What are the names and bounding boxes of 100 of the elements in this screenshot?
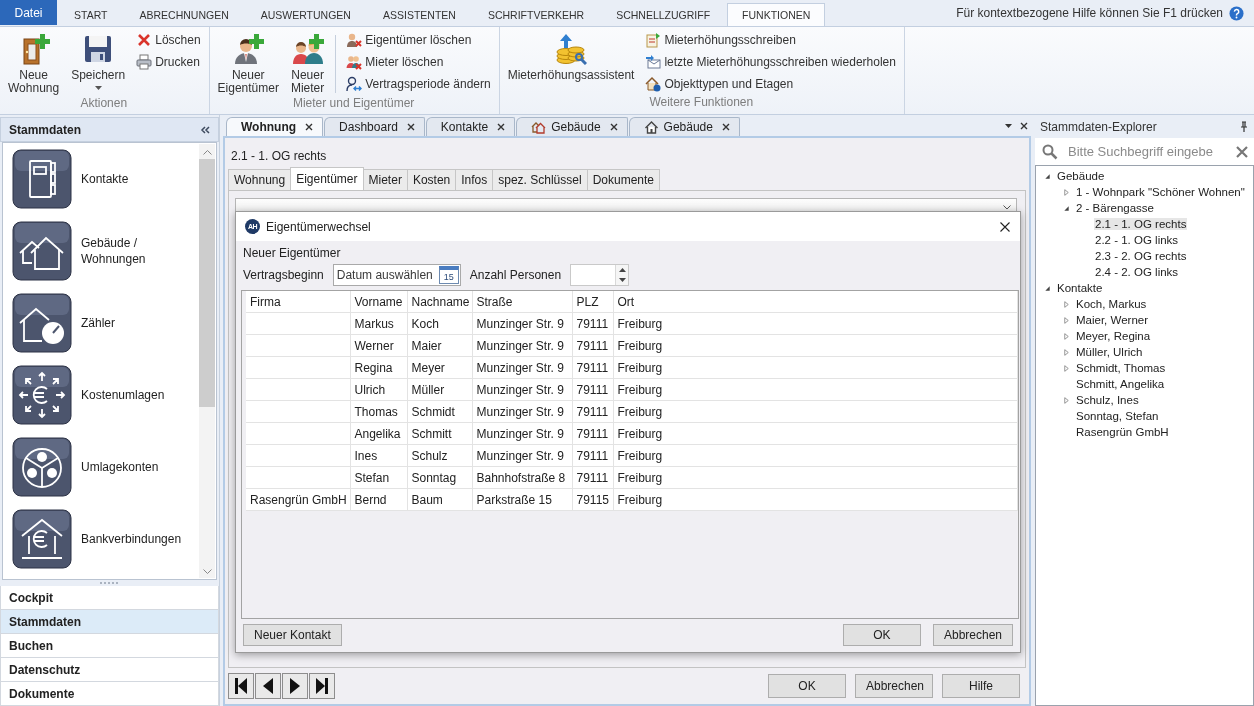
ribbon-button[interactable]: Mieterhöhungsschreiben bbox=[643, 29, 898, 51]
tree-item[interactable]: 1 - Wohnpark "Schöner Wohnen" bbox=[1075, 186, 1246, 198]
close-icon[interactable] bbox=[1020, 122, 1028, 130]
table-row[interactable]: Stefan Sonntag Bahnhofstraße 8 79111 Freiburg bbox=[246, 466, 1018, 489]
previous-record-button[interactable] bbox=[255, 673, 281, 699]
ribbon-tab[interactable]: FUNKTIONEN bbox=[727, 3, 826, 26]
date-field[interactable]: Datum auswählen 15 bbox=[332, 264, 461, 286]
ribbon-button[interactable]: Speichern bbox=[68, 29, 129, 92]
column-header[interactable]: Straße bbox=[472, 291, 572, 313]
spin-down-icon[interactable] bbox=[618, 278, 626, 282]
nav-button[interactable]: Dokumente bbox=[0, 682, 219, 706]
sidebar-item[interactable]: Kontakte bbox=[3, 143, 198, 215]
sidebar-item[interactable]: Gebäude / Wohnungen bbox=[3, 215, 198, 287]
pin-icon[interactable] bbox=[1240, 121, 1248, 133]
ribbon-tab[interactable]: ASSISTENTEN bbox=[367, 3, 471, 26]
tree-item[interactable]: Rasengrün GmbH bbox=[1075, 426, 1170, 438]
expand-arrow-icon[interactable] bbox=[1044, 172, 1051, 180]
ribbon-button[interactable]: letzte Mieterhöhungsschreiben wiederholen bbox=[643, 51, 898, 73]
spin-field[interactable] bbox=[570, 264, 630, 286]
expand-arrow-icon[interactable] bbox=[1063, 204, 1070, 212]
nav-button[interactable]: Cockpit bbox=[0, 586, 219, 610]
record-tab[interactable]: Mieter bbox=[362, 169, 408, 190]
form-button[interactable]: Abbrechen bbox=[855, 674, 933, 698]
close-icon[interactable] bbox=[406, 123, 415, 131]
tree-item[interactable]: Schmidt, Thomas bbox=[1075, 362, 1167, 374]
dialog-button[interactable]: OK bbox=[842, 624, 921, 646]
tree-item[interactable]: Sonntag, Stefan bbox=[1075, 410, 1160, 422]
tree-item[interactable]: Maier, Werner bbox=[1075, 314, 1149, 326]
column-header[interactable]: Ort bbox=[613, 291, 1018, 313]
calendar-button[interactable]: 15 bbox=[438, 266, 459, 284]
nav-button[interactable]: Buchen bbox=[0, 634, 219, 658]
ribbon-button[interactable]: Löschen bbox=[134, 29, 203, 51]
table-row[interactable]: Ulrich Müller Munzinger Str. 9 79111 Freiburg bbox=[246, 378, 1018, 401]
search-box[interactable]: Bitte Suchbegriff eingebe bbox=[1035, 138, 1254, 165]
scrollbar[interactable] bbox=[199, 144, 215, 578]
record-tab[interactable]: Kosten bbox=[406, 169, 457, 190]
document-tab[interactable]: Gebäude bbox=[628, 117, 740, 136]
double-chevron-icon[interactable] bbox=[200, 125, 210, 134]
ribbon-button[interactable]: Neuer Mieter bbox=[287, 29, 328, 97]
tree-item[interactable]: 2.2 - 1. OG links bbox=[1094, 234, 1180, 246]
spin-up-icon[interactable] bbox=[618, 268, 626, 272]
form-button[interactable]: Hilfe bbox=[942, 674, 1020, 698]
date-input[interactable]: Datum auswählen bbox=[333, 268, 437, 282]
ribbon-button[interactable]: Eigentümer löschen bbox=[344, 29, 493, 51]
tree-item[interactable]: Müller, Ulrich bbox=[1075, 346, 1144, 358]
table-row[interactable]: Rasengrün GmbH Bernd Baum Parkstraße 15 79115 Freiburg bbox=[246, 488, 1018, 511]
ribbon-tab[interactable]: SCHNELLZUGRIFF bbox=[601, 3, 726, 26]
tree-item[interactable]: Meyer, Regina bbox=[1075, 330, 1152, 342]
record-tab[interactable]: Wohnung bbox=[228, 169, 292, 190]
nav-button[interactable]: Stammdaten bbox=[0, 610, 219, 634]
dialog-button[interactable]: Neuer Kontakt bbox=[243, 624, 342, 646]
table-row[interactable]: Thomas Schmidt Munzinger Str. 9 79111 Freiburg bbox=[246, 400, 1018, 423]
tree-item[interactable]: 2.1 - 1. OG rechts bbox=[1094, 218, 1188, 230]
expand-arrow-icon[interactable] bbox=[1044, 284, 1051, 292]
column-header[interactable]: PLZ bbox=[572, 291, 613, 313]
document-tab[interactable]: Gebäude bbox=[516, 117, 628, 136]
close-icon[interactable] bbox=[721, 123, 730, 131]
next-record-button[interactable] bbox=[282, 673, 308, 699]
tree-item[interactable]: 2 - Bärengasse bbox=[1075, 202, 1155, 214]
ribbon-button[interactable]: Objekttypen und Etagen bbox=[643, 73, 898, 95]
close-icon[interactable] bbox=[609, 123, 618, 131]
file-menu-button[interactable]: Datei bbox=[0, 0, 57, 25]
sidebar-item[interactable]: Umlagekonten bbox=[3, 431, 198, 503]
ribbon-button[interactable]: Neue Wohnung bbox=[5, 29, 63, 97]
scroll-down-icon[interactable] bbox=[202, 569, 212, 574]
table-row[interactable]: Regina Meyer Munzinger Str. 9 79111 Freiburg bbox=[246, 356, 1018, 379]
nav-button[interactable]: Datenschutz bbox=[0, 658, 219, 682]
scrollbar-thumb[interactable] bbox=[199, 159, 215, 407]
form-button[interactable]: OK bbox=[768, 674, 846, 698]
column-header[interactable]: Firma bbox=[246, 291, 350, 313]
help-icon[interactable] bbox=[1229, 5, 1244, 21]
tree-item[interactable]: Kontakte bbox=[1056, 282, 1104, 294]
record-tab[interactable]: spez. Schlüssel bbox=[492, 169, 588, 190]
first-record-button[interactable] bbox=[228, 673, 254, 699]
table-row[interactable]: Angelika Schmitt Munzinger Str. 9 79111 Freiburg bbox=[246, 422, 1018, 445]
tree-item[interactable]: Koch, Markus bbox=[1075, 298, 1148, 310]
record-tab[interactable]: Infos bbox=[455, 169, 494, 190]
ribbon-tab[interactable]: SCHRIFTVERKEHR bbox=[472, 3, 600, 26]
close-icon[interactable] bbox=[497, 123, 506, 131]
ribbon-button[interactable]: Mieterhöhungsassistent bbox=[504, 29, 638, 84]
document-tab[interactable]: Wohnung bbox=[226, 117, 324, 136]
chevron-down-icon[interactable] bbox=[1003, 204, 1011, 210]
table-row[interactable]: Ines Schulz Munzinger Str. 9 79111 Freiburg bbox=[246, 444, 1018, 467]
ribbon-tab[interactable]: AUSWERTUNGEN bbox=[245, 3, 366, 26]
column-header[interactable]: Vorname bbox=[350, 291, 407, 313]
record-tab[interactable]: Dokumente bbox=[586, 169, 660, 190]
ribbon-button[interactable]: Mieter löschen bbox=[344, 51, 493, 73]
dialog-button[interactable]: Abbrechen bbox=[932, 624, 1013, 646]
scroll-up-icon[interactable] bbox=[202, 150, 212, 155]
dropdown-arrow-icon[interactable] bbox=[1005, 124, 1012, 128]
column-header[interactable]: Nachname bbox=[407, 291, 472, 313]
close-icon[interactable] bbox=[1000, 221, 1010, 232]
table-row[interactable]: Werner Maier Munzinger Str. 9 79111 Freiburg bbox=[246, 334, 1018, 357]
ribbon-button[interactable]: Neuer Eigentümer bbox=[214, 29, 282, 97]
table-row[interactable]: Markus Koch Munzinger Str. 9 79111 Freiburg bbox=[246, 312, 1018, 335]
ribbon-button[interactable]: Vertragsperiode ändern bbox=[344, 73, 493, 95]
sidebar-item[interactable]: Bankverbindungen bbox=[3, 503, 198, 575]
ribbon-tab[interactable]: ABRECHNUNGEN bbox=[124, 3, 244, 26]
sidebar-item[interactable]: Kostenumlagen bbox=[3, 359, 198, 431]
tree-item[interactable]: Schulz, Ines bbox=[1075, 394, 1140, 406]
